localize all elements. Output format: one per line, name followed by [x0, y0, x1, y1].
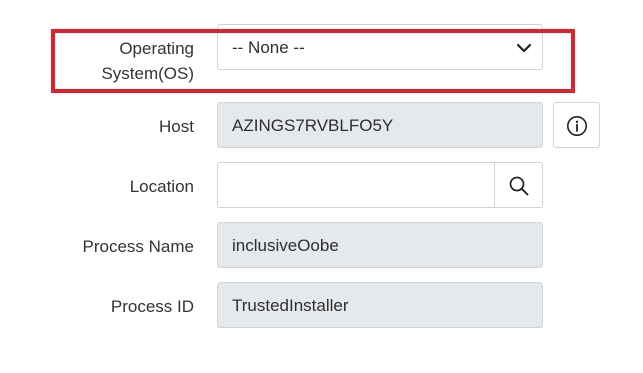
host-field: AZINGS7RVBLFO5Y — [217, 102, 543, 148]
info-icon — [567, 116, 587, 136]
process-id-label: Process ID — [110, 297, 194, 316]
record-form: Operating System(OS) -- None -- Host AZI… — [0, 0, 643, 330]
host-value: AZINGS7RVBLFO5Y — [232, 116, 394, 135]
location-label: Location — [129, 177, 194, 196]
host-label: Host — [159, 117, 194, 136]
os-select[interactable]: -- None -- — [217, 24, 543, 70]
location-field[interactable] — [217, 162, 543, 208]
search-icon — [509, 176, 529, 196]
process-name-value: inclusiveOobe — [232, 236, 339, 255]
os-select-value: -- None -- — [232, 38, 305, 57]
location-input[interactable] — [218, 163, 494, 207]
os-label: Operating System(OS) — [101, 39, 194, 83]
process-name-label: Process Name — [82, 237, 194, 256]
host-info-button[interactable] — [553, 102, 600, 148]
chevron-down-icon — [516, 43, 532, 53]
process-id-field: TrustedInstaller — [217, 282, 543, 328]
process-name-field: inclusiveOobe — [217, 222, 543, 268]
location-lookup-button[interactable] — [495, 163, 542, 207]
process-id-value: TrustedInstaller — [232, 296, 349, 315]
